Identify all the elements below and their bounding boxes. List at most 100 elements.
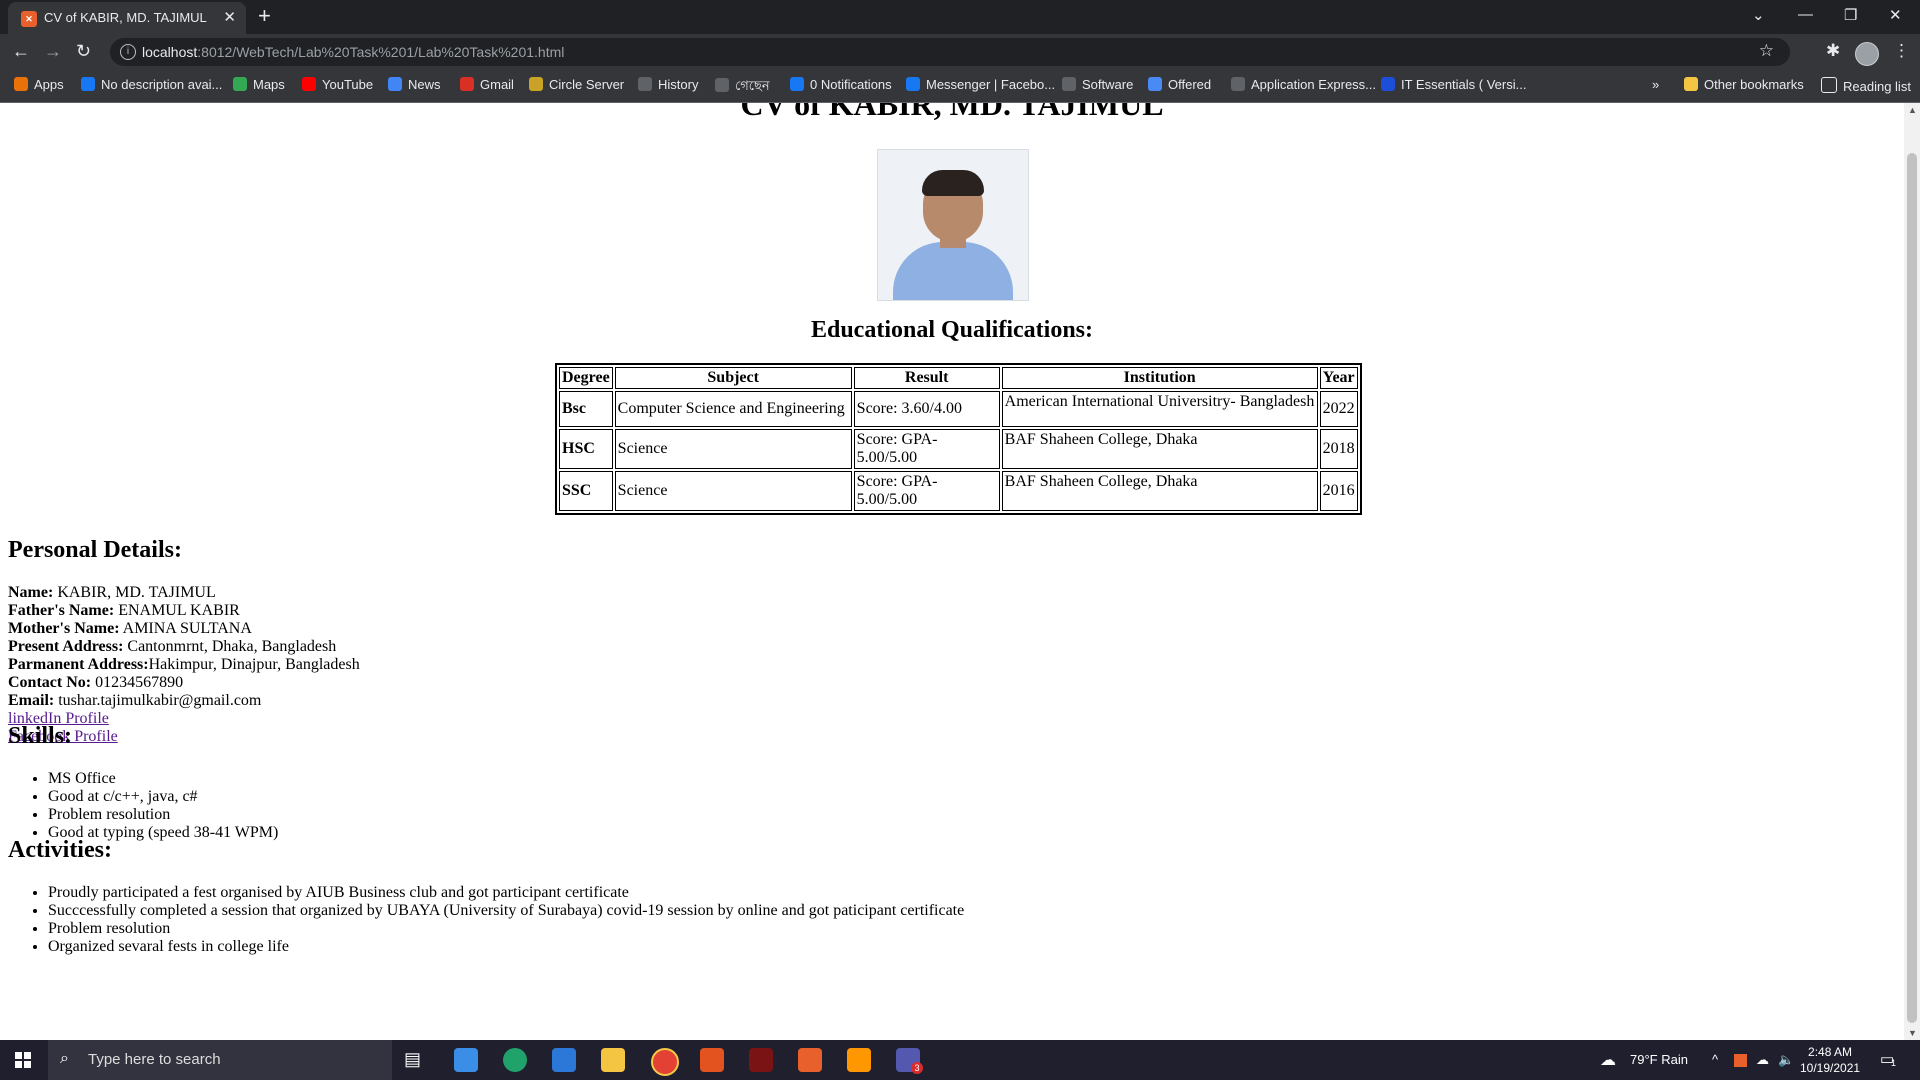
bookmark-item[interactable]: Software: [1062, 77, 1133, 92]
address-bar[interactable]: i localhost:8012/WebTech/Lab%20Task%201/…: [110, 38, 1790, 66]
activities-heading: Activities:: [8, 837, 112, 863]
bookmark-item[interactable]: Gmail: [460, 77, 514, 92]
bookmark-item[interactable]: Offered: [1148, 77, 1211, 92]
year-cell: 2016: [1319, 471, 1358, 511]
table-row: SSC Science Score: GPA-5.00/5.00 BAF Sha…: [559, 471, 1358, 511]
tab-strip: ✕ CV of KABIR, MD. TAJIMUL ✕ + ⌄ — ❐ ✕: [0, 0, 1920, 34]
bookmark-item[interactable]: গেছেন: [715, 77, 770, 98]
email-value: tushar.tajimulkabir@gmail.com: [54, 692, 262, 709]
back-button[interactable]: ←: [12, 41, 30, 62]
page-title: CV of KABIR, MD. TAJIMUL: [740, 103, 1164, 122]
bookmark-label: Application Express...: [1251, 77, 1377, 92]
bookmark-label: Maps: [253, 77, 285, 92]
tab-search-chevron-icon[interactable]: ⌄: [1752, 6, 1765, 24]
col-institution: Institution: [1001, 367, 1318, 389]
browser-tab[interactable]: ✕ CV of KABIR, MD. TAJIMUL ✕: [8, 2, 246, 34]
education-heading: Educational Qualifications:: [810, 317, 1094, 343]
xampp-taskbar-icon[interactable]: [798, 1048, 822, 1072]
weather-text[interactable]: 79°F Rain: [1630, 1052, 1688, 1067]
xampp-tray-icon[interactable]: [1734, 1054, 1747, 1067]
father-label: Father's Name:: [8, 602, 115, 619]
contact-label: Contact No:: [8, 674, 92, 691]
name-label: Name:: [8, 584, 54, 601]
profile-avatar[interactable]: [1855, 42, 1879, 66]
task-view-icon[interactable]: ▤: [404, 1049, 428, 1073]
site-info-icon[interactable]: i: [120, 44, 136, 60]
bookmark-item[interactable]: Circle Server: [529, 77, 624, 92]
scrollbar-thumb[interactable]: [1907, 153, 1917, 1023]
app-store-icon[interactable]: [454, 1048, 478, 1072]
subject-cell: Science: [614, 429, 852, 469]
bookmark-item[interactable]: YouTube: [302, 77, 373, 92]
table-header-row: Degree Subject Result Institution Year: [559, 367, 1358, 389]
cisco-icon: [1381, 77, 1395, 91]
url-text[interactable]: localhost:8012/WebTech/Lab%20Task%201/La…: [142, 44, 564, 60]
facebook-icon: [81, 77, 95, 91]
menu-kebab-icon[interactable]: ⋮: [1893, 41, 1910, 61]
list-item: Problem resolution: [48, 920, 964, 938]
close-tab-icon[interactable]: ✕: [223, 8, 236, 26]
browser-toolbar: ← → ↻ i localhost:8012/WebTech/Lab%20Tas…: [0, 34, 1920, 70]
col-year: Year: [1319, 367, 1358, 389]
mother-label: Mother's Name:: [8, 620, 120, 637]
onedrive-icon[interactable]: ☁: [1756, 1052, 1769, 1068]
page-scrollbar[interactable]: ▲ ▼: [1904, 103, 1920, 1040]
bookmark-item[interactable]: Messenger | Facebo...: [906, 77, 1055, 92]
bookmark-label: IT Essentials ( Versi...: [1401, 77, 1527, 92]
new-tab-button[interactable]: +: [258, 3, 271, 29]
subject-cell: Science: [614, 471, 852, 511]
mail-icon[interactable]: [552, 1048, 576, 1072]
bookmark-label: YouTube: [322, 77, 374, 92]
minimize-button[interactable]: —: [1798, 6, 1813, 23]
bookmark-star-icon[interactable]: ☆: [1759, 41, 1774, 61]
reload-button[interactable]: ↻: [76, 41, 91, 62]
institution-cell: BAF Shaheen College, Dhaka: [1001, 471, 1318, 511]
forward-button[interactable]: →: [44, 41, 62, 62]
sublime-text-icon[interactable]: [847, 1048, 871, 1072]
taskbar-search-box[interactable]: ⌕ Type here to search: [48, 1040, 392, 1080]
bookmark-item[interactable]: 0 Notifications: [790, 77, 892, 92]
windows-start-icon[interactable]: [15, 1052, 31, 1068]
bookmark-item[interactable]: No description avai...: [81, 77, 222, 92]
reading-list-label: Reading list: [1843, 79, 1911, 94]
clock[interactable]: 2:48 AM 10/19/2021: [1800, 1044, 1860, 1076]
office-icon[interactable]: [700, 1048, 724, 1072]
scroll-up-arrow-icon[interactable]: ▲: [1908, 105, 1917, 115]
chrome-icon[interactable]: [651, 1048, 679, 1076]
facebook-icon: [790, 77, 804, 91]
show-hidden-icons-icon[interactable]: ^: [1712, 1052, 1718, 1067]
bookmark-item[interactable]: Maps: [233, 77, 285, 92]
file-explorer-icon[interactable]: [601, 1048, 625, 1072]
other-bookmarks-label: Other bookmarks: [1704, 77, 1804, 92]
shield-icon: [1148, 77, 1162, 91]
visual-paradigm-icon[interactable]: [749, 1048, 773, 1072]
table-row: Bsc Computer Science and Engineering Sco…: [559, 391, 1358, 427]
volume-icon[interactable]: 🔈: [1778, 1052, 1794, 1068]
table-row: HSC Science Score: GPA-5.00/5.00 BAF Sha…: [559, 429, 1358, 469]
bookmark-label: No description avai...: [101, 77, 223, 92]
history-icon: [638, 77, 652, 91]
url-path: :8012/WebTech/Lab%20Task%201/Lab%20Task%…: [197, 44, 565, 60]
bookmark-item[interactable]: History: [638, 77, 698, 92]
globe-icon: [1231, 77, 1245, 91]
bookmark-item[interactable]: News: [388, 77, 441, 92]
father-value: ENAMUL KABIR: [114, 602, 240, 619]
bookmark-item[interactable]: Application Express...: [1231, 77, 1376, 92]
bookmark-item[interactable]: Apps: [14, 77, 64, 92]
weather-cloud-icon: ☁: [1600, 1052, 1616, 1069]
bookmarks-overflow-button[interactable]: »: [1652, 77, 1659, 92]
reading-list-button[interactable]: Reading list: [1821, 77, 1911, 94]
education-table: Degree Subject Result Institution Year B…: [555, 363, 1362, 515]
edge-icon[interactable]: [503, 1048, 527, 1072]
year-cell: 2022: [1319, 391, 1358, 427]
other-bookmarks-folder[interactable]: Other bookmarks: [1684, 77, 1804, 92]
globe-icon: [1062, 77, 1076, 91]
gmail-icon: [460, 77, 474, 91]
teams-badge: 3: [911, 1062, 923, 1074]
bookmark-item[interactable]: IT Essentials ( Versi...: [1381, 77, 1526, 92]
scroll-down-arrow-icon[interactable]: ▼: [1908, 1028, 1917, 1038]
close-window-button[interactable]: ✕: [1889, 6, 1902, 24]
list-item: Good at c/c++, java, c#: [48, 788, 278, 806]
restore-button[interactable]: ❐: [1844, 6, 1857, 24]
extensions-puzzle-icon[interactable]: ✱: [1826, 41, 1840, 61]
